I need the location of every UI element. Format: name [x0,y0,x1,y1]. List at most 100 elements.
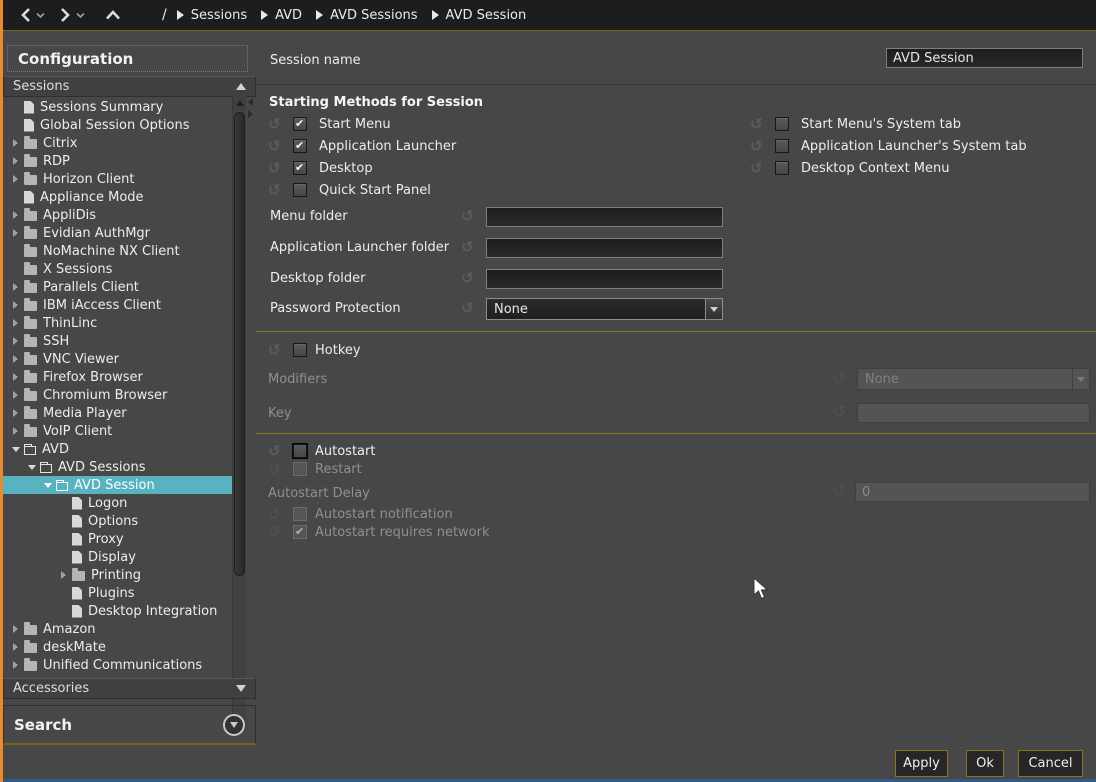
desktop-folder-input[interactable] [486,269,723,289]
expander-expanded-icon[interactable] [41,479,54,491]
ok-button[interactable]: Ok [966,750,1004,777]
reset-to-default-icon[interactable] [461,301,478,316]
reset-to-default-icon[interactable] [268,183,285,198]
tree-item-ssh[interactable]: SSH [3,332,232,350]
expander-collapsed-icon[interactable] [9,659,22,671]
tree-item-printing[interactable]: Printing [3,566,232,584]
back-button[interactable] [16,4,34,26]
reset-to-default-icon[interactable] [461,271,478,286]
reset-to-default-icon[interactable] [750,139,767,154]
tree-item-logon[interactable]: Logon [3,494,232,512]
tree-item-thinlinc[interactable]: ThinLinc [3,314,232,332]
tree-item-options[interactable]: Options [3,512,232,530]
checkbox-start-menu[interactable] [293,117,307,131]
reset-to-default-icon[interactable] [268,161,285,176]
breadcrumb-item-avd-session[interactable]: AVD Session [432,8,527,23]
tree-item-horizon-client[interactable]: Horizon Client [3,170,232,188]
password-protection-select[interactable]: None [486,298,723,320]
splitter-expand-icon[interactable] [248,110,253,118]
expander-collapsed-icon[interactable] [9,623,22,635]
tree-item-proxy[interactable]: Proxy [3,530,232,548]
tree-item-ibm-iaccess-client[interactable]: IBM iAccess Client [3,296,232,314]
scroll-up-button[interactable] [233,96,246,109]
checkbox-quick-start-panel[interactable] [293,183,307,197]
reset-to-default-icon[interactable] [268,507,285,522]
tree-item-sessions-summary[interactable]: Sessions Summary [3,98,232,116]
expander-collapsed-icon[interactable] [9,353,22,365]
back-history-dropdown[interactable] [34,4,46,26]
checkbox-application-launcher-s-system-tab[interactable] [775,139,789,153]
expander-collapsed-icon[interactable] [57,569,70,581]
checkbox-desktop-context-menu[interactable] [775,161,789,175]
breadcrumb-item-avd[interactable]: AVD [261,8,302,23]
menu-folder-input[interactable] [486,207,723,227]
expander-collapsed-icon[interactable] [9,371,22,383]
expander-collapsed-icon[interactable] [9,641,22,653]
expander-collapsed-icon[interactable] [9,335,22,347]
reset-to-default-icon[interactable] [268,117,285,132]
tree-item-avd[interactable]: AVD [3,440,232,458]
expander-collapsed-icon[interactable] [9,407,22,419]
search-expand-button[interactable] [223,714,245,736]
tree-item-chromium-browser[interactable]: Chromium Browser [3,386,232,404]
tree-item-rdp[interactable]: RDP [3,152,232,170]
tree-item-firefox-browser[interactable]: Firefox Browser [3,368,232,386]
forward-history-dropdown[interactable] [74,4,86,26]
expander-collapsed-icon[interactable] [9,155,22,167]
tree-item-voip-client[interactable]: VoIP Client [3,422,232,440]
tree-item-deskmate[interactable]: deskMate [3,638,232,656]
expander-collapsed-icon[interactable] [9,299,22,311]
tree-item-desktop-integration[interactable]: Desktop Integration [3,602,232,620]
splitter-collapse-icon[interactable] [248,98,253,106]
apply-button[interactable]: Apply [895,750,948,777]
forward-button[interactable] [56,4,74,26]
reset-to-default-icon[interactable] [268,525,285,540]
expander-collapsed-icon[interactable] [9,317,22,329]
expander-expanded-icon[interactable] [9,443,22,455]
expander-collapsed-icon[interactable] [9,173,22,185]
reset-to-default-icon[interactable] [750,161,767,176]
session-name-input[interactable] [886,48,1083,68]
expander-collapsed-icon[interactable] [9,209,22,221]
tree-item-citrix[interactable]: Citrix [3,134,232,152]
tree-item-amazon[interactable]: Amazon [3,620,232,638]
tree-item-plugins[interactable]: Plugins [3,584,232,602]
reset-to-default-icon[interactable] [268,444,285,459]
expander-collapsed-icon[interactable] [9,227,22,239]
tree-scrollbar[interactable] [232,96,246,731]
checkbox-desktop[interactable] [293,161,307,175]
checkbox-application-launcher[interactable] [293,139,307,153]
dropdown-button[interactable] [705,299,722,319]
tree-item-nomachine-nx-client[interactable]: NoMachine NX Client [3,242,232,260]
reset-to-default-icon[interactable] [833,484,850,499]
tree-item-unified-communications[interactable]: Unified Communications [3,656,232,674]
tree-item-vnc-viewer[interactable]: VNC Viewer [3,350,232,368]
breadcrumb-root[interactable]: / [162,7,167,23]
tree-item-appliance-mode[interactable]: Appliance Mode [3,188,232,206]
breadcrumb-item-avd-sessions[interactable]: AVD Sessions [316,8,417,23]
tree-item-applidis[interactable]: AppliDis [3,206,232,224]
reset-to-default-icon[interactable] [833,405,850,420]
reset-to-default-icon[interactable] [461,240,478,255]
tree-item-x-sessions[interactable]: X Sessions [3,260,232,278]
checkbox-autostart[interactable] [293,444,307,458]
tree-item-media-player[interactable]: Media Player [3,404,232,422]
tree-item-avd-session[interactable]: AVD Session [3,476,232,494]
tree-item-global-session-options[interactable]: Global Session Options [3,116,232,134]
reset-to-default-icon[interactable] [268,462,285,477]
accordion-sessions[interactable]: Sessions [3,76,256,97]
expander-collapsed-icon[interactable] [9,425,22,437]
tree-item-evidian-authmgr[interactable]: Evidian AuthMgr [3,224,232,242]
reset-to-default-icon[interactable] [750,117,767,132]
expander-collapsed-icon[interactable] [9,281,22,293]
checkbox-hotkey[interactable] [293,343,307,357]
scrollbar-thumb[interactable] [234,112,245,576]
reset-to-default-icon[interactable] [268,139,285,154]
reset-to-default-icon[interactable] [461,209,478,224]
breadcrumb-item-sessions[interactable]: Sessions [177,8,247,23]
accordion-accessories[interactable]: Accessories [3,678,256,699]
application-launcher-folder-input[interactable] [486,238,723,258]
expander-collapsed-icon[interactable] [9,389,22,401]
checkbox-start-menu-s-system-tab[interactable] [775,117,789,131]
tree-item-avd-sessions[interactable]: AVD Sessions [3,458,232,476]
